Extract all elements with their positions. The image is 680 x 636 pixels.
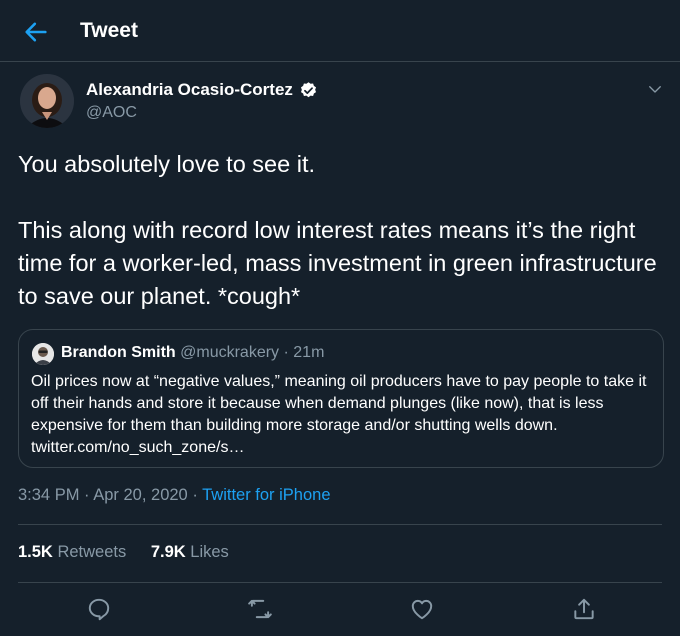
arrow-left-icon[interactable] xyxy=(22,18,50,46)
retweet-icon[interactable] xyxy=(247,596,273,622)
tweet-timestamp: 3:34 PM · Apr 20, 2020 · Twitter for iPh… xyxy=(18,486,331,505)
tweet-text: You absolutely love to see it. This alon… xyxy=(18,148,658,313)
tweet-stats: 1.5K Retweets 7.9K Likes xyxy=(18,543,249,562)
retweets-label: Retweets xyxy=(57,543,127,561)
quoted-text: Oil prices now at “negative values,” mea… xyxy=(31,373,647,456)
tweet-time[interactable]: 3:34 PM xyxy=(18,486,79,504)
verified-badge-icon xyxy=(300,81,316,97)
page-title: Tweet xyxy=(80,19,138,42)
tweet-paragraph: You absolutely love to see it. xyxy=(18,151,315,177)
quoted-avatar xyxy=(32,343,54,365)
share-icon[interactable] xyxy=(571,596,597,622)
likes-label: Likes xyxy=(190,543,229,561)
reply-icon[interactable] xyxy=(86,596,112,622)
retweets-count: 1.5K xyxy=(18,543,53,561)
retweets-stat[interactable]: 1.5K Retweets xyxy=(18,543,126,561)
quoted-meta: Brandon Smith @muckrakery · 21m xyxy=(61,344,324,362)
divider xyxy=(18,524,662,525)
author-handle[interactable]: @AOC xyxy=(86,104,137,122)
source-link[interactable]: Twitter for iPhone xyxy=(202,486,330,504)
page-header: Tweet xyxy=(0,0,680,62)
quoted-time: 21m xyxy=(293,344,325,361)
separator-dot: · xyxy=(84,486,90,504)
author-name-text[interactable]: Alexandria Ocasio-Cortez xyxy=(86,80,293,100)
quoted-tweet[interactable]: Brandon Smith @muckrakery · 21m Oil pric… xyxy=(18,329,664,468)
action-bar xyxy=(0,592,680,628)
tweet-date[interactable]: Apr 20, 2020 xyxy=(93,486,188,504)
separator-dot: · xyxy=(283,344,289,361)
like-icon[interactable] xyxy=(409,596,435,622)
quoted-author-name: Brandon Smith xyxy=(61,344,176,361)
separator-dot: · xyxy=(192,486,198,504)
chevron-down-icon[interactable] xyxy=(646,80,664,98)
likes-count: 7.9K xyxy=(150,543,186,561)
avatar[interactable] xyxy=(20,74,74,128)
divider xyxy=(18,582,662,583)
quoted-author-handle: @muckrakery xyxy=(180,344,280,361)
likes-stat[interactable]: 7.9K Likes xyxy=(151,543,229,561)
author-name[interactable]: Alexandria Ocasio-Cortez xyxy=(86,80,318,100)
tweet-paragraph: This along with record low interest rate… xyxy=(18,217,657,309)
